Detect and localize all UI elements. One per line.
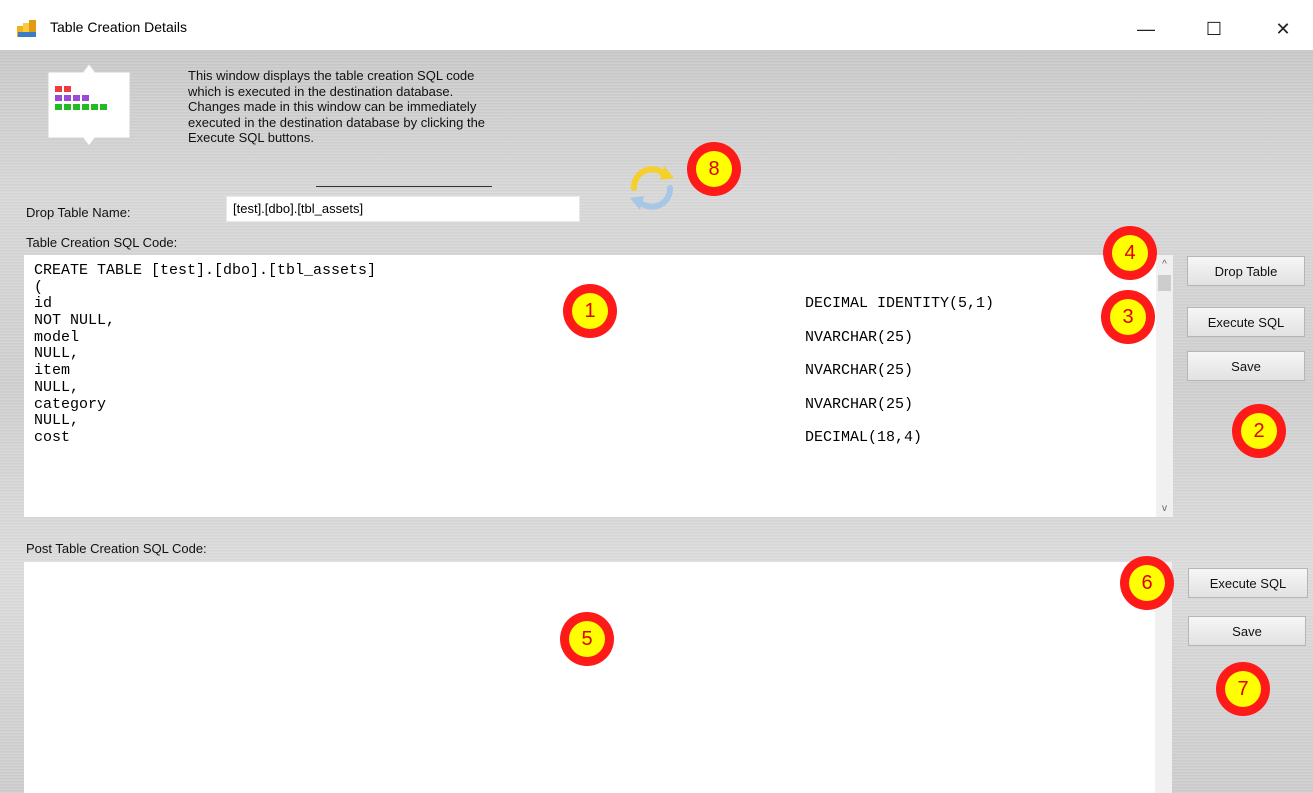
table-creation-sql-label: Table Creation SQL Code: xyxy=(26,235,178,250)
drop-table-name-label: Drop Table Name: xyxy=(26,205,131,220)
window-title: Table Creation Details xyxy=(50,19,187,35)
maximize-icon: ☐ xyxy=(1205,18,1223,39)
sql-code-line: cost DECIMAL(18,4) xyxy=(34,428,1154,447)
callout-number: 8 xyxy=(696,151,732,187)
callout-badge: 7 xyxy=(1216,662,1270,716)
sql-column-type: DECIMAL(18,4) xyxy=(805,428,923,446)
scroll-thumb[interactable] xyxy=(1158,275,1171,291)
post-save-button[interactable]: Save xyxy=(1188,616,1306,646)
sql-column-text: model xyxy=(34,328,80,346)
sql-table-icon xyxy=(17,20,36,37)
sql-code-line: NULL, xyxy=(34,378,1154,397)
sql-column-text: NULL, xyxy=(34,378,80,396)
table-blocks-icon xyxy=(47,64,131,147)
close-button[interactable]: ✕ xyxy=(1260,14,1306,44)
callout-badge: 8 xyxy=(687,142,741,196)
sql-code-line: item NVARCHAR(25) xyxy=(34,362,1154,380)
close-icon: ✕ xyxy=(1275,18,1291,39)
minimize-icon: — xyxy=(1137,18,1155,39)
sql-code-line: category NVARCHAR(25) xyxy=(34,395,1154,414)
execute-sql-button[interactable]: Execute SQL xyxy=(1187,307,1305,337)
minimize-button[interactable]: — xyxy=(1123,14,1169,44)
description-text: This window displays the table creation … xyxy=(188,68,486,145)
sql-column-type: NVARCHAR(25) xyxy=(805,328,914,346)
maximize-button[interactable]: ☐ xyxy=(1191,14,1237,44)
callout-number: 2 xyxy=(1241,413,1277,449)
sql-column-text: ( xyxy=(34,278,44,296)
post-execute-sql-button[interactable]: Execute SQL xyxy=(1188,568,1308,598)
callout-badge: 3 xyxy=(1101,290,1155,344)
sql-column-text: category xyxy=(34,395,107,413)
post-table-creation-sql-editor[interactable] xyxy=(24,562,1172,793)
refresh-icon[interactable] xyxy=(626,162,678,214)
sql-code-line: CREATE TABLE [test].[dbo].[tbl_assets] xyxy=(34,262,1154,280)
drop-table-button[interactable]: Drop Table xyxy=(1187,256,1305,286)
sql-code-line: NULL, xyxy=(34,346,1154,363)
callout-number: 1 xyxy=(572,293,608,329)
sql-code-line: NULL, xyxy=(34,412,1154,430)
sql-column-text: id xyxy=(34,295,53,313)
divider-line xyxy=(316,186,492,187)
callout-number: 6 xyxy=(1129,565,1165,601)
table-creation-window: Table Creation Details — ☐ ✕ This window… xyxy=(0,0,1313,793)
sql-column-text: NOT NULL, xyxy=(34,312,116,330)
callout-number: 3 xyxy=(1110,299,1146,335)
callout-number: 7 xyxy=(1225,671,1261,707)
sql-column-text: cost xyxy=(34,428,71,446)
sql-column-type: DECIMAL IDENTITY(5,1) xyxy=(805,295,995,313)
scroll-up-icon[interactable]: ^ xyxy=(1159,259,1170,270)
sql-column-text: CREATE TABLE [test].[dbo].[tbl_assets] xyxy=(34,262,377,279)
sql-column-text: NULL, xyxy=(34,345,80,363)
callout-badge: 6 xyxy=(1120,556,1174,610)
callout-badge: 5 xyxy=(560,612,614,666)
sql-column-text: item xyxy=(34,362,71,380)
scroll-down-icon[interactable]: v xyxy=(1159,503,1170,514)
callout-badge: 4 xyxy=(1103,226,1157,280)
sql-column-type: NVARCHAR(25) xyxy=(805,362,914,380)
callout-number: 4 xyxy=(1112,235,1148,271)
vertical-scrollbar[interactable]: ^ v xyxy=(1156,255,1173,517)
callout-badge: 2 xyxy=(1232,404,1286,458)
post-table-creation-sql-label: Post Table Creation SQL Code: xyxy=(26,541,207,556)
sql-column-type: NVARCHAR(25) xyxy=(805,395,914,413)
callout-badge: 1 xyxy=(563,284,617,338)
drop-table-name-field[interactable]: [test].[dbo].[tbl_assets] xyxy=(226,196,580,222)
callout-number: 5 xyxy=(569,621,605,657)
save-button[interactable]: Save xyxy=(1187,351,1305,381)
title-bar: Table Creation Details — ☐ ✕ xyxy=(0,0,1313,50)
sql-column-text: NULL, xyxy=(34,412,80,430)
